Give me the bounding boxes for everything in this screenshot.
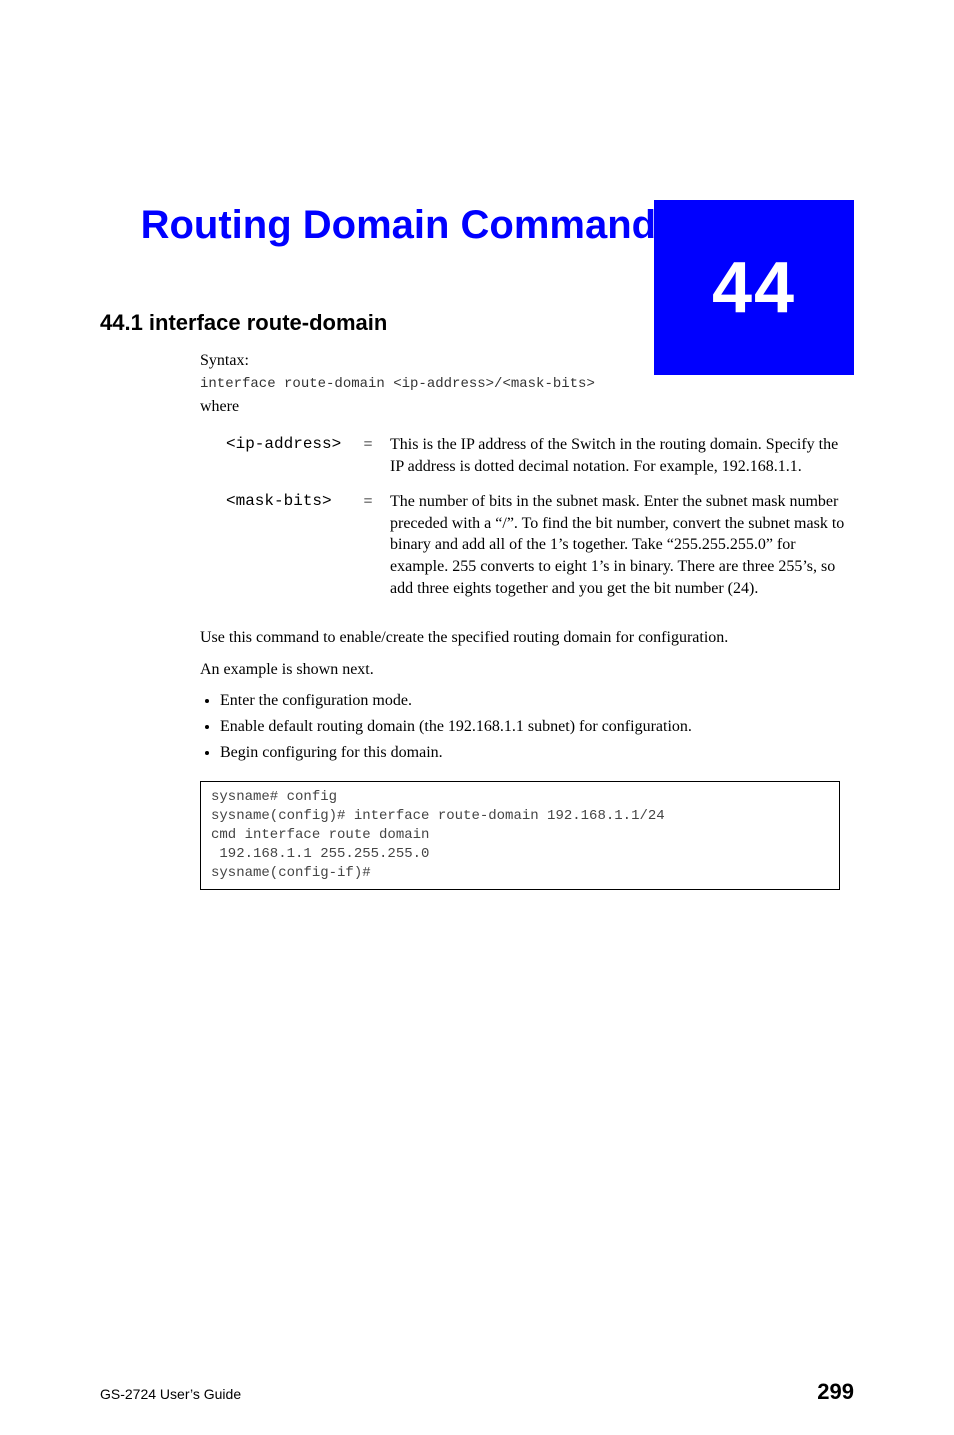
chapter-number-badge: 44: [654, 200, 854, 375]
list-item: Enable default routing domain (the 192.1…: [220, 716, 854, 738]
parameter-table: <ip-address> = This is the IP address of…: [220, 430, 860, 609]
footer-page-number: 299: [817, 1379, 854, 1405]
example-code-block: sysname# config sysname(config)# interfa…: [200, 781, 840, 889]
body-paragraph: An example is shown next.: [200, 659, 854, 681]
table-row: <mask-bits> = The number of bits in the …: [220, 487, 860, 609]
equals-sign: =: [352, 487, 384, 609]
footer-guide-name: GS-2724 User’s Guide: [100, 1386, 241, 1402]
page-footer: GS-2724 User’s Guide 299: [100, 1379, 854, 1405]
list-item: Begin configuring for this domain.: [220, 742, 854, 764]
param-name: <ip-address>: [220, 430, 352, 487]
table-row: <ip-address> = This is the IP address of…: [220, 430, 860, 487]
step-list: Enter the configuration mode. Enable def…: [220, 690, 854, 763]
param-description: This is the IP address of the Switch in …: [384, 430, 860, 487]
body-paragraph: Use this command to enable/create the sp…: [200, 627, 854, 649]
syntax-code: interface route-domain <ip-address>/<mas…: [200, 376, 854, 392]
param-description: The number of bits in the subnet mask. E…: [384, 487, 860, 609]
equals-sign: =: [352, 430, 384, 487]
where-label: where: [200, 398, 854, 416]
param-name: <mask-bits>: [220, 487, 352, 609]
list-item: Enter the configuration mode.: [220, 690, 854, 712]
chapter-number: 44: [712, 247, 796, 329]
